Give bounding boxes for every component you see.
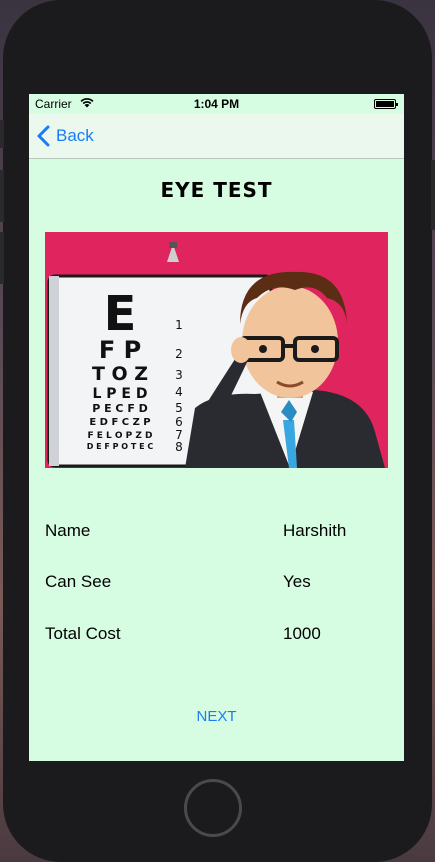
chart-number: 2 <box>175 347 183 361</box>
chart-row: E D F C Z P <box>89 417 150 428</box>
detail-value: 1000 <box>283 624 321 643</box>
chart-number: 8 <box>175 440 183 454</box>
eye-test-image: E F P T O Z L P E D P E C F D E D F C Z … <box>45 232 388 468</box>
chart-number: 3 <box>175 368 183 382</box>
chart-number: 1 <box>175 318 183 332</box>
chart-row: P E C F D <box>92 402 148 415</box>
app-screen: Carrier 1:04 PM Back EYE TEST E F P T O … <box>29 94 404 761</box>
detail-value: Yes <box>283 572 311 591</box>
power-button <box>431 160 435 230</box>
navigation-bar: Back <box>29 114 404 159</box>
chart-row: F P <box>99 336 141 364</box>
chart-number: 5 <box>175 401 183 415</box>
battery-icon <box>374 99 398 109</box>
page-title: EYE TEST <box>160 178 273 202</box>
chart-row: F E L O P Z D <box>87 431 152 441</box>
chevron-left-icon <box>37 125 50 147</box>
status-bar: Carrier 1:04 PM <box>29 94 404 114</box>
chart-row: D E F P O T E C <box>87 442 154 451</box>
back-label: Back <box>56 126 94 145</box>
detail-label: Total Cost <box>45 624 121 643</box>
chart-row: T O Z <box>92 363 148 385</box>
mute-switch <box>0 120 4 148</box>
detail-value: Harshith <box>283 521 347 540</box>
next-button[interactable]: NEXT <box>29 708 404 725</box>
detail-label: Name <box>45 521 91 540</box>
chart-row: E <box>104 286 137 342</box>
detail-label: Can See <box>45 572 112 591</box>
chart-row: L P E D <box>93 386 148 402</box>
clock: 1:04 PM <box>193 97 240 111</box>
chart-number: 4 <box>175 385 183 399</box>
home-button[interactable] <box>184 779 242 837</box>
back-button[interactable]: Back <box>37 123 94 149</box>
volume-down-button <box>0 232 4 284</box>
chart-number: 6 <box>175 415 183 429</box>
volume-up-button <box>0 170 4 222</box>
